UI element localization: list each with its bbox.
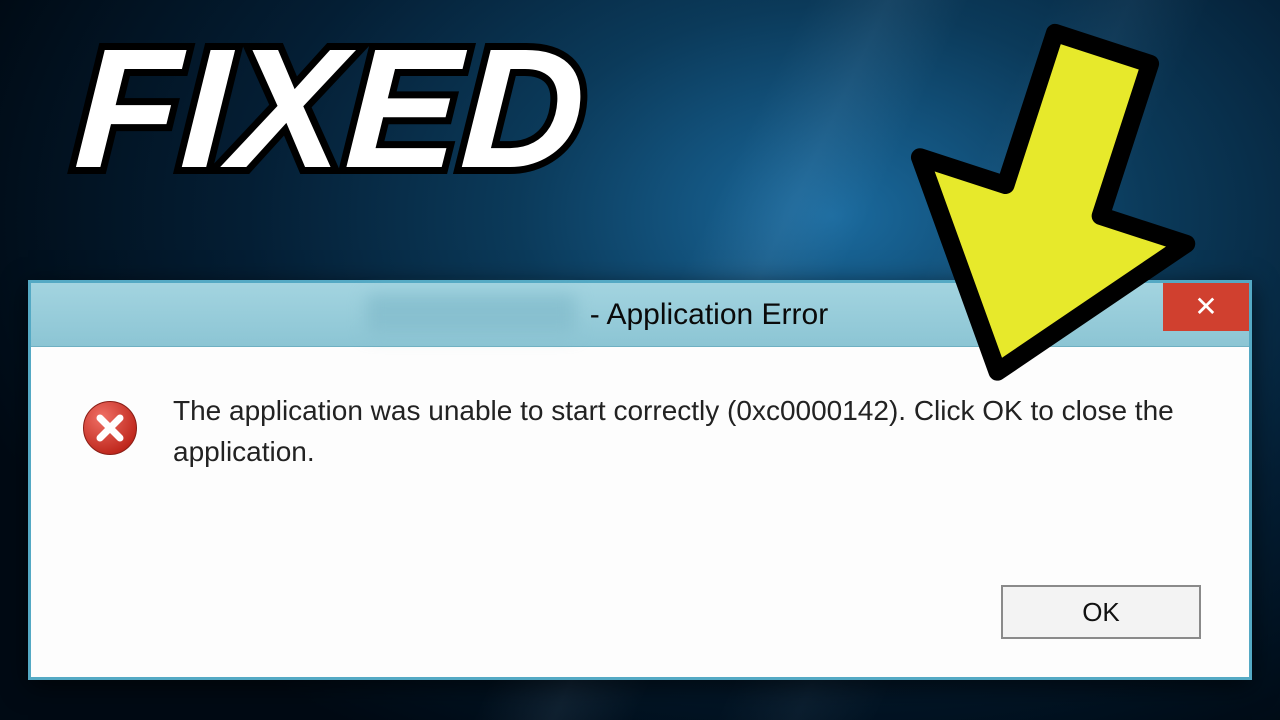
overlay-headline: FIXED — [72, 24, 592, 194]
dialog-title: - Application Error — [590, 298, 828, 332]
dialog-button-row: OK — [1001, 585, 1201, 639]
ok-button[interactable]: OK — [1001, 585, 1201, 639]
arrow-down-icon — [850, 10, 1250, 410]
error-icon — [81, 399, 139, 462]
title-appname-redacted — [366, 295, 576, 335]
